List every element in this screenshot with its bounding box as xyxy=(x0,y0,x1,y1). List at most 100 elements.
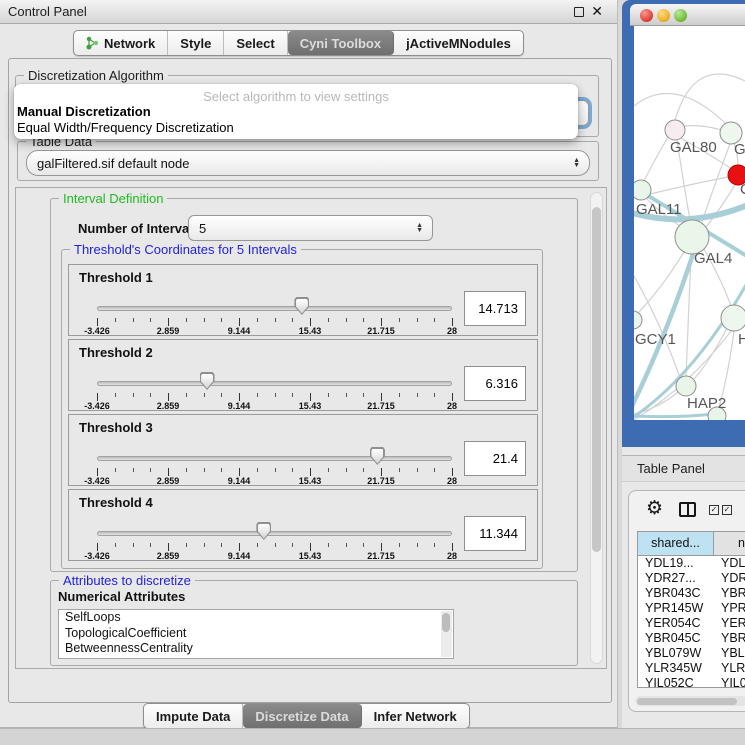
bottom-tabbar: Impute Data Discretize Data Infer Networ… xyxy=(143,703,470,729)
network-node[interactable] xyxy=(634,311,642,329)
attributes-group: Attributes to discretize Numerical Attri… xyxy=(50,580,578,666)
tab-jactivemnodules[interactable]: jActiveMNodules xyxy=(394,31,523,55)
table-row[interactable]: YPR145WYPR1 xyxy=(638,601,745,616)
network-graph: GAL80GCGAL11GAL4GCY1HHAP2 xyxy=(634,26,745,420)
window-zoom-icon[interactable] xyxy=(674,9,687,22)
node-label: GAL11 xyxy=(636,201,682,218)
table-panel-title: Table Panel xyxy=(637,456,705,482)
threshold-4-value-field[interactable]: 11.344 xyxy=(464,516,526,551)
window-minimize-icon[interactable] xyxy=(657,9,670,22)
threshold-2-slider-thumb[interactable] xyxy=(200,372,215,390)
tab-impute-data[interactable]: Impute Data xyxy=(144,704,243,728)
network-node[interactable] xyxy=(675,220,709,254)
checkbox-icon[interactable]: ✓ xyxy=(709,505,719,515)
tab-cyni-toolbox[interactable]: Cyni Toolbox xyxy=(288,31,394,55)
algorithm-dropdown-popup: Select algorithm to view settings Manual… xyxy=(14,84,578,139)
network-node[interactable] xyxy=(665,120,685,140)
settings-scrollbar-thumb[interactable] xyxy=(592,207,601,552)
attribute-list-item[interactable]: SelfLoops xyxy=(59,610,453,626)
table-row[interactable]: YLR345WYLR3 xyxy=(638,661,745,676)
close-icon[interactable]: ✕ xyxy=(591,3,603,20)
column-header-name[interactable]: na xyxy=(714,532,745,555)
float-window-icon[interactable] xyxy=(574,7,584,17)
status-strip xyxy=(0,728,745,745)
table-data-value: galFiltered.sif default node xyxy=(37,156,189,171)
network-node[interactable] xyxy=(634,180,651,200)
gear-icon[interactable]: ⚙ xyxy=(646,497,663,520)
table-header-row: shared... na xyxy=(638,532,745,556)
threshold-4-slider-thumb[interactable] xyxy=(256,522,271,540)
threshold-1-value-field[interactable]: 14.713 xyxy=(464,291,526,326)
attributes-group-title: Attributes to discretize xyxy=(59,573,195,588)
network-canvas[interactable]: GAL80GCGAL11GAL4GCY1HHAP2 xyxy=(634,26,745,420)
node-label: C xyxy=(740,181,745,198)
settings-scroll-region: Interval Definition Number of Intervals … xyxy=(15,187,607,669)
column-header-shared-name[interactable]: shared... xyxy=(638,532,714,555)
control-panel-tabbar: Network Style Select Cyni Toolbox jActiv… xyxy=(73,30,524,56)
threshold-1-slider-thumb[interactable] xyxy=(294,297,309,315)
split-view-icon[interactable] xyxy=(679,502,696,517)
node-label: GAL80 xyxy=(670,139,717,156)
tab-network[interactable]: Network xyxy=(74,31,168,55)
interval-definition-group: Interval Definition Number of Intervals … xyxy=(50,198,578,572)
node-label: HAP2 xyxy=(687,395,726,412)
tab-style[interactable]: Style xyxy=(168,31,224,55)
table-panel-header: Table Panel xyxy=(622,455,745,482)
network-window-titlebar xyxy=(630,4,745,26)
threshold-2-panel: Threshold 2 -3.4262.8599.14415.4321.7152… xyxy=(68,339,538,411)
table-row[interactable]: YIL052CYIL0 xyxy=(638,676,745,688)
window-close-icon[interactable] xyxy=(640,9,653,22)
network-node[interactable] xyxy=(676,376,696,396)
combo-spinner-icon: ▲▼ xyxy=(573,151,580,175)
number-of-intervals-label: Number of Intervals xyxy=(78,221,200,236)
number-of-intervals-combo[interactable]: 5 ▲▼ xyxy=(188,215,433,241)
threshold-2-value-field[interactable]: 6.316 xyxy=(464,366,526,401)
control-panel-titlebar: Control Panel ✕ xyxy=(0,0,617,24)
table-data-group: Table Data galFiltered.sif default node … xyxy=(17,141,599,181)
node-label: G xyxy=(734,141,745,158)
table-row[interactable]: YDR27...YDR2 xyxy=(638,571,745,586)
checkbox-icon[interactable]: ✓ xyxy=(722,505,732,515)
table-row[interactable]: YBL079WYBL0 xyxy=(638,646,745,661)
table-row[interactable]: YBR043CYBR0 xyxy=(638,586,745,601)
cyni-toolbox-panel: Discretization Algorithm Table Data galF… xyxy=(8,58,612,703)
threshold-3-slider-thumb[interactable] xyxy=(370,447,385,465)
table-panel-body: ⚙ ✓ ✓ shared... na YDL19...YDL1YDR27...Y… xyxy=(628,490,745,712)
list-scrollbar[interactable] xyxy=(441,611,452,657)
thresholds-group: Threshold's Coordinates for 5 Intervals … xyxy=(61,249,543,569)
node-label: GCY1 xyxy=(635,331,676,348)
interval-definition-title: Interval Definition xyxy=(59,191,167,206)
table-row[interactable]: YER054CYER0 xyxy=(638,616,745,631)
algorithm-item-equal-width[interactable]: Equal Width/Frequency Discretization xyxy=(17,120,234,135)
number-of-intervals-value: 5 xyxy=(199,221,206,236)
algorithm-placeholder-item[interactable]: Select algorithm to view settings xyxy=(14,89,578,104)
table-horizontal-scrollbar[interactable] xyxy=(635,696,745,706)
threshold-3-value-field[interactable]: 21.4 xyxy=(464,441,526,476)
tab-network-label: Network xyxy=(104,36,155,51)
tab-infer-network[interactable]: Infer Network xyxy=(362,704,469,728)
tab-select[interactable]: Select xyxy=(224,31,287,55)
tab-discretize-data[interactable]: Discretize Data xyxy=(243,704,361,728)
threshold-3-panel: Threshold 3 -3.4262.8599.14415.4321.7152… xyxy=(68,414,538,486)
network-node[interactable] xyxy=(721,305,745,331)
control-panel-title: Control Panel xyxy=(8,0,87,24)
algorithm-item-manual[interactable]: Manual Discretization xyxy=(17,104,151,119)
table-data-combo[interactable]: galFiltered.sif default node ▲▼ xyxy=(26,150,590,176)
table-scrollbar-thumb[interactable] xyxy=(637,698,737,705)
node-attribute-table: shared... na YDL19...YDL1YDR27...YDR2YBR… xyxy=(637,531,745,688)
control-panel-window: Control Panel ✕ Network Style Select Cyn… xyxy=(0,0,618,728)
table-toolbar: ⚙ ✓ ✓ xyxy=(629,491,745,529)
threshold-4-panel: Threshold 4 -3.4262.8599.14415.4321.7152… xyxy=(68,489,538,561)
table-row[interactable]: YBR045CYBR0 xyxy=(638,631,745,646)
numerical-attributes-label: Numerical Attributes xyxy=(58,589,185,604)
table-row[interactable]: YDL19...YDL1 xyxy=(638,556,745,571)
combo-spinner-icon: ▲▼ xyxy=(416,216,423,240)
node-label: H xyxy=(738,331,745,348)
threshold-1-panel: Threshold 1 -3.4262.8599.14415.4321.7152… xyxy=(68,264,538,336)
network-view-window: GAL80GCGAL11GAL4GCY1HHAP2 xyxy=(622,0,745,447)
attribute-list-item[interactable]: BetweennessCentrality xyxy=(59,641,453,657)
network-icon xyxy=(86,36,99,50)
settings-scrollbar[interactable] xyxy=(590,192,603,664)
numerical-attributes-list[interactable]: SelfLoopsTopologicalCoefficientBetweenne… xyxy=(58,609,454,659)
attribute-list-item[interactable]: TopologicalCoefficient xyxy=(59,626,453,642)
